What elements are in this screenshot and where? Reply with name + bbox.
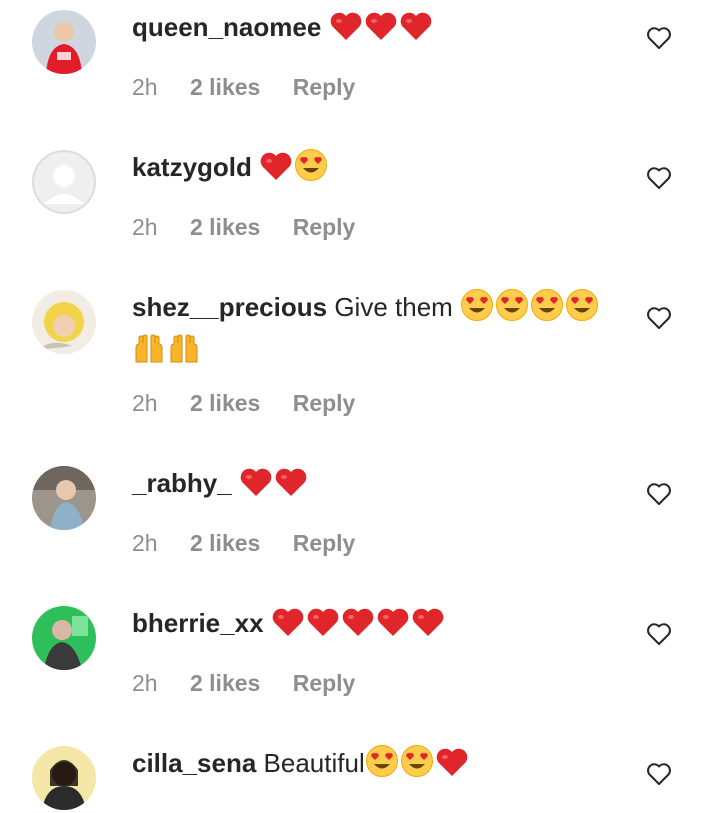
comment-meta: 2h 2 likes Reply — [132, 670, 381, 697]
comment-meta: 2h 2 likes Reply — [132, 530, 381, 557]
like-heart-icon[interactable] — [646, 762, 676, 790]
comment-list: queen_naomee 2h 2 likes Reply katzygold — [0, 0, 720, 813]
comment-username[interactable]: bherrie_xx — [132, 608, 264, 638]
raised-hands-emoji-icon — [132, 332, 166, 376]
heart-eyes-emoji-icon — [565, 288, 599, 332]
emoji-group — [239, 468, 309, 498]
reply-button[interactable]: Reply — [293, 214, 356, 241]
like-heart-icon[interactable] — [646, 622, 676, 650]
comment-time: 2h — [132, 214, 158, 240]
heart-emoji-icon — [259, 150, 293, 192]
avatar[interactable] — [32, 10, 96, 74]
comment-meta: 2h 2 likes Reply — [132, 214, 381, 241]
heart-eyes-emoji-icon — [530, 288, 564, 332]
heart-emoji-icon — [274, 466, 308, 508]
comment-username[interactable]: queen_naomee — [132, 12, 321, 42]
comment-likes[interactable]: 2 likes — [190, 390, 260, 417]
avatar[interactable] — [32, 746, 96, 810]
heart-eyes-emoji-icon — [495, 288, 529, 332]
heart-eyes-emoji-icon — [294, 148, 328, 192]
reply-button[interactable]: Reply — [293, 74, 356, 101]
avatar[interactable] — [32, 290, 96, 354]
comment-username[interactable]: _rabhy_ — [132, 468, 232, 498]
comment-time: 2h — [132, 530, 158, 556]
heart-emoji-icon — [239, 466, 273, 508]
emoji-group — [271, 608, 446, 638]
heart-emoji-icon — [329, 10, 363, 52]
heart-emoji-icon — [411, 606, 445, 648]
avatar[interactable] — [32, 466, 96, 530]
like-heart-icon[interactable] — [646, 482, 676, 510]
comment-text: Give them — [334, 292, 453, 322]
heart-eyes-emoji-icon — [460, 288, 494, 332]
like-heart-icon[interactable] — [646, 26, 676, 54]
heart-eyes-emoji-icon — [400, 744, 434, 788]
raised-hands-emoji-icon — [167, 332, 201, 376]
comment-likes[interactable]: 2 likes — [190, 670, 260, 697]
comment-likes[interactable]: 2 likes — [190, 530, 260, 557]
emoji-group — [365, 745, 470, 778]
comment-time: 2h — [132, 74, 158, 100]
heart-emoji-icon — [376, 606, 410, 648]
heart-emoji-icon — [341, 606, 375, 648]
heart-emoji-icon — [306, 606, 340, 648]
comment-time: 2h — [132, 670, 158, 696]
comment-meta: 2h 2 likes Reply — [132, 390, 381, 417]
heart-eyes-emoji-icon — [365, 744, 399, 788]
heart-emoji-icon — [435, 746, 469, 788]
comment-text: Beautiful — [263, 748, 365, 778]
reply-button[interactable]: Reply — [293, 390, 356, 417]
emoji-group — [329, 12, 434, 42]
heart-emoji-icon — [399, 10, 433, 52]
comment-meta: 2h 2 likes Reply — [132, 74, 381, 101]
like-heart-icon[interactable] — [646, 166, 676, 194]
heart-emoji-icon — [364, 10, 398, 52]
comment-username[interactable]: cilla_sena — [132, 748, 256, 778]
comment-username[interactable]: shez__precious — [132, 292, 327, 322]
comment-likes[interactable]: 2 likes — [190, 214, 260, 241]
avatar[interactable] — [32, 606, 96, 670]
reply-button[interactable]: Reply — [293, 530, 356, 557]
heart-emoji-icon — [271, 606, 305, 648]
reply-button[interactable]: Reply — [293, 670, 356, 697]
like-heart-icon[interactable] — [646, 306, 676, 334]
default-avatar[interactable] — [32, 150, 96, 214]
comment-username[interactable]: katzygold — [132, 152, 252, 182]
emoji-group — [259, 149, 329, 182]
comment-time: 2h — [132, 390, 158, 416]
comment-likes[interactable]: 2 likes — [190, 74, 260, 101]
